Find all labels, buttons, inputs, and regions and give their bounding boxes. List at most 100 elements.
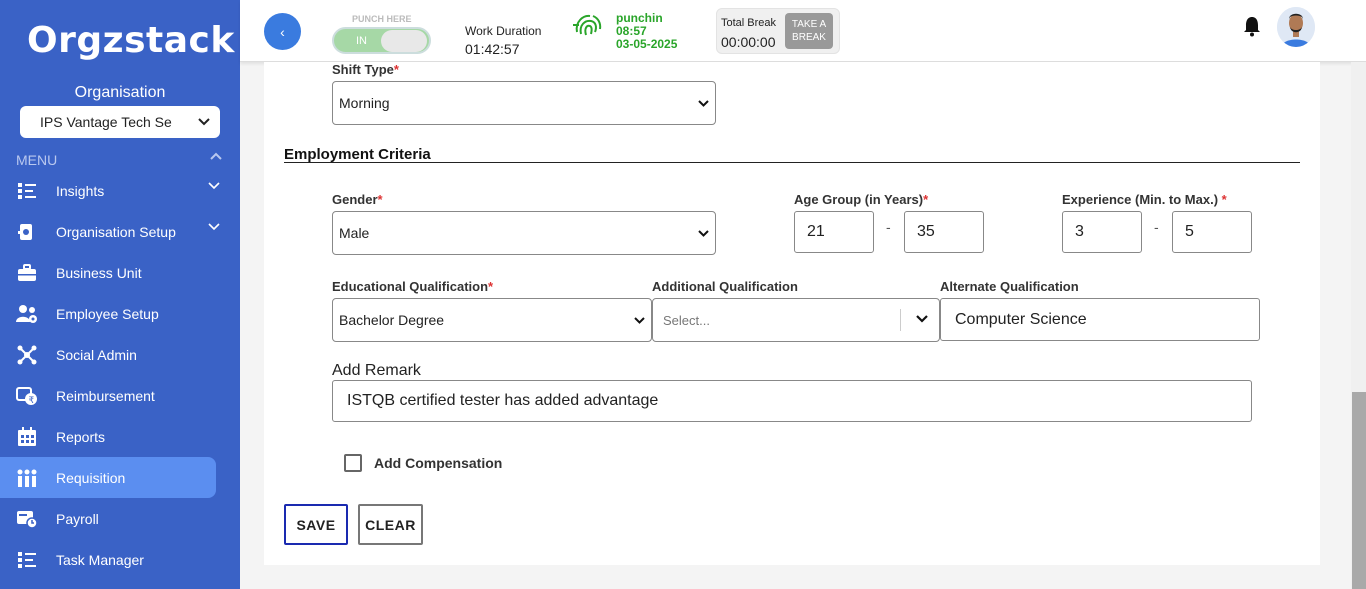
sidebar-item-task-manager[interactable]: Task Manager bbox=[0, 539, 240, 580]
take-break-line2: BREAK bbox=[792, 32, 826, 43]
add-compensation-checkbox[interactable] bbox=[344, 454, 362, 472]
experience-label: Experience (Min. to Max.) * bbox=[1062, 192, 1227, 207]
remark-input[interactable]: ISTQB certified tester has added advanta… bbox=[332, 380, 1252, 422]
clear-button[interactable]: CLEAR bbox=[358, 504, 423, 545]
sidebar-item-reimbursement[interactable]: ₹ Reimbursement bbox=[0, 375, 240, 416]
sidebar-item-label: Payroll bbox=[56, 510, 99, 527]
gender-select[interactable]: Male bbox=[332, 211, 716, 255]
requisition-form: Shift Type* Morning Employment Criteria … bbox=[264, 62, 1320, 565]
chevron-down-icon bbox=[698, 229, 709, 237]
sidebar-item-business-unit[interactable]: Business Unit bbox=[0, 252, 240, 293]
scrollbar-thumb[interactable] bbox=[1352, 392, 1366, 589]
break-panel: Total Break 00:00:00 TAKE A BREAK bbox=[716, 8, 840, 54]
experience-max-input[interactable]: 5 bbox=[1172, 211, 1252, 253]
add-compensation-label[interactable]: Add Compensation bbox=[374, 455, 502, 471]
range-dash: - bbox=[1154, 219, 1159, 235]
work-duration-label: Work Duration bbox=[465, 24, 542, 38]
experience-label-text: Experience (Min. to Max.) bbox=[1062, 192, 1222, 207]
total-break-label: Total Break bbox=[721, 17, 777, 29]
chevron-down-icon bbox=[208, 182, 220, 190]
range-dash: - bbox=[886, 219, 891, 235]
chevron-up-icon bbox=[210, 152, 222, 160]
punch-status: punchin 08:57 03-05-2025 bbox=[616, 12, 677, 51]
work-duration-value: 01:42:57 bbox=[465, 41, 520, 57]
additional-qualification-select[interactable]: Select... bbox=[652, 298, 940, 342]
required-mark: * bbox=[923, 192, 929, 207]
chevron-down-icon bbox=[198, 118, 210, 126]
additional-qualification-label: Additional Qualification bbox=[652, 279, 798, 294]
shift-type-select[interactable]: Morning bbox=[332, 81, 716, 125]
sidebar-item-social-admin[interactable]: Social Admin bbox=[0, 334, 240, 375]
app-logo[interactable]: Orgzstack bbox=[27, 20, 235, 61]
chevron-down-icon bbox=[698, 99, 709, 107]
top-bar: ‹ PUNCH HERE IN Work Duration 01:42:57 p… bbox=[240, 0, 1366, 62]
sidebar-item-employee-setup[interactable]: Employee Setup bbox=[0, 293, 240, 334]
back-button[interactable]: ‹ bbox=[264, 13, 301, 50]
fingerprint-icon bbox=[573, 12, 603, 43]
reimbursement-icon: ₹ bbox=[16, 385, 38, 407]
organisation-select[interactable]: IPS Vantage Tech Se bbox=[20, 106, 220, 138]
sidebar-item-label: Business Unit bbox=[56, 264, 142, 281]
section-divider bbox=[284, 162, 1300, 163]
save-button[interactable]: SAVE bbox=[284, 504, 348, 545]
age-min-input[interactable]: 21 bbox=[794, 211, 874, 253]
edu-value: Bachelor Degree bbox=[339, 312, 445, 328]
educational-qualification-select[interactable]: Bachelor Degree bbox=[332, 298, 652, 342]
chevron-left-icon: ‹ bbox=[280, 23, 285, 40]
sidebar-item-label: Insights bbox=[56, 182, 105, 199]
edu-label-text: Educational Qualification bbox=[332, 279, 489, 294]
section-title: Employment Criteria bbox=[284, 146, 431, 163]
additional-qualification-placeholder: Select... bbox=[663, 313, 710, 328]
punch-toggle[interactable]: IN bbox=[332, 27, 431, 54]
requisition-icon bbox=[16, 467, 38, 489]
educational-qualification-label: Educational Qualification* bbox=[332, 279, 493, 294]
age-group-label: Age Group (in Years)* bbox=[794, 192, 928, 207]
social-icon bbox=[16, 344, 38, 366]
shift-type-value: Morning bbox=[339, 95, 390, 111]
organisation-label: Organisation bbox=[74, 84, 166, 101]
notification-bell-icon[interactable] bbox=[1242, 15, 1262, 42]
shift-type-label-text: Shift Type bbox=[332, 62, 394, 77]
chevron-down-icon bbox=[916, 315, 928, 323]
payroll-icon bbox=[16, 508, 38, 530]
take-break-button[interactable]: TAKE A BREAK bbox=[785, 13, 833, 49]
sidebar-item-payroll[interactable]: Payroll bbox=[0, 498, 240, 539]
sidebar-item-label: Social Admin bbox=[56, 346, 137, 363]
sidebar-item-requisition[interactable]: Requisition bbox=[0, 457, 216, 498]
experience-min-input[interactable]: 3 bbox=[1062, 211, 1142, 253]
sidebar-item-label: Organisation Setup bbox=[56, 223, 176, 240]
organisation-select-value: IPS Vantage Tech Se bbox=[40, 114, 172, 130]
sidebar-item-label: Reports bbox=[56, 428, 106, 445]
gender-value: Male bbox=[339, 225, 370, 241]
employees-icon bbox=[16, 303, 38, 325]
chevron-down-icon bbox=[634, 316, 645, 324]
gender-label-text: Gender bbox=[332, 192, 378, 207]
menu-header[interactable]: MENU bbox=[16, 152, 222, 168]
required-mark: * bbox=[488, 279, 494, 294]
sidebar-item-insights[interactable]: Insights bbox=[0, 170, 240, 211]
sidebar-item-label: Reimbursement bbox=[56, 387, 155, 404]
sidebar: Orgzstack Organisation IPS Vantage Tech … bbox=[0, 0, 240, 589]
shift-type-label: Shift Type* bbox=[332, 62, 399, 77]
total-break-value: 00:00:00 bbox=[721, 34, 776, 50]
punch-label: PUNCH HERE bbox=[352, 14, 412, 24]
sidebar-item-label: Employee Setup bbox=[56, 305, 159, 322]
sidebar-item-reports[interactable]: Reports bbox=[0, 416, 240, 457]
task-icon bbox=[16, 549, 38, 571]
select-separator bbox=[900, 309, 901, 331]
sidebar-item-label: Requisition bbox=[56, 469, 126, 486]
menu-label: MENU bbox=[16, 152, 58, 168]
required-mark: * bbox=[1221, 192, 1227, 207]
insights-icon bbox=[16, 180, 38, 202]
sidebar-item-organisation-setup[interactable]: Organisation Setup bbox=[0, 211, 240, 252]
svg-text:₹: ₹ bbox=[29, 396, 35, 406]
user-avatar[interactable] bbox=[1277, 7, 1315, 47]
alternate-qualification-label: Alternate Qualification bbox=[940, 279, 1079, 294]
sidebar-item-label: Task Manager bbox=[56, 551, 144, 568]
gender-label: Gender* bbox=[332, 192, 383, 207]
age-max-input[interactable]: 35 bbox=[904, 211, 984, 253]
alternate-qualification-input[interactable]: Computer Science bbox=[940, 298, 1260, 341]
reports-icon bbox=[16, 426, 38, 448]
add-remark-label: Add Remark bbox=[332, 362, 421, 379]
org-setup-icon bbox=[16, 221, 38, 243]
